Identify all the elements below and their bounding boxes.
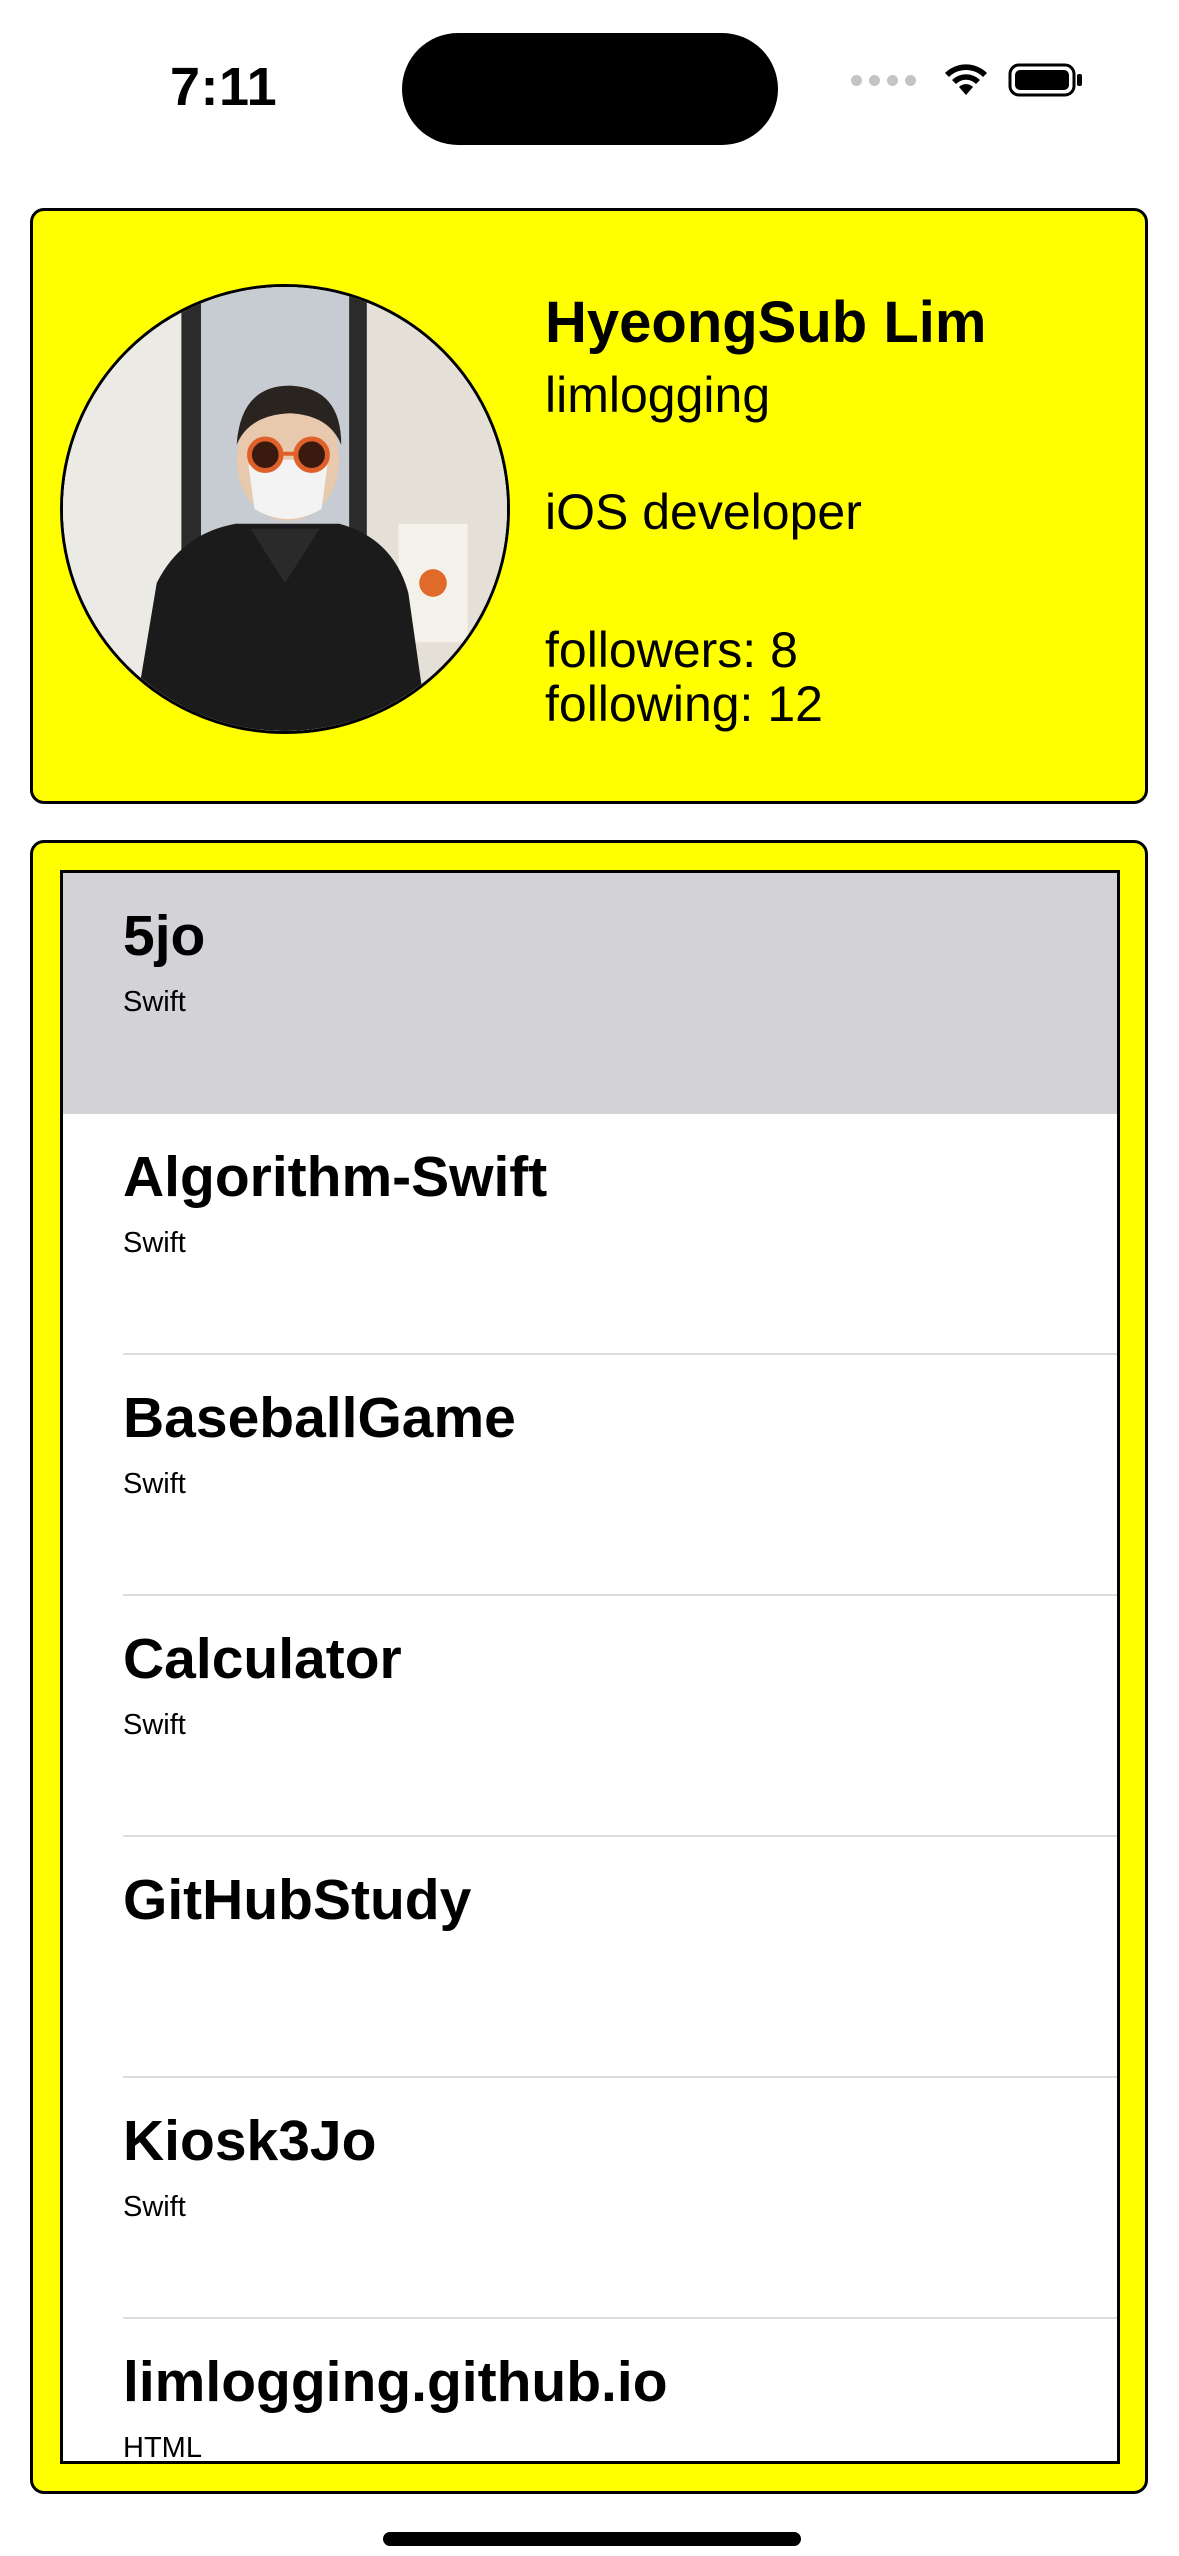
repository-language: Swift: [123, 2191, 186, 2223]
profile-login: limlogging: [545, 367, 771, 423]
wifi-icon: [945, 64, 987, 95]
avatar: [60, 284, 510, 734]
repository-name: limlogging.github.io: [123, 2350, 668, 2414]
repository-row-algorithm-swift[interactable]: Algorithm-Swift Swift: [63, 1114, 1117, 1355]
repository-row-githubstudy[interactable]: GitHubStudy: [63, 1837, 1117, 2078]
following-count: following: 12: [545, 676, 823, 732]
home-indicator[interactable]: [383, 2532, 801, 2546]
repository-language: Swift: [123, 1227, 186, 1259]
status-icons: [851, 62, 1084, 98]
profile-card: HyeongSub Lim limlogging iOS developer f…: [30, 208, 1148, 804]
repository-language: Swift: [123, 1468, 186, 1500]
repository-row-kiosk3jo[interactable]: Kiosk3Jo Swift: [63, 2078, 1117, 2319]
repository-name: GitHubStudy: [123, 1868, 472, 1932]
repository-language: HTML: [123, 2432, 202, 2464]
repository-card: 5jo Swift Algorithm-Swift Swift Baseball…: [30, 840, 1148, 2494]
repository-name: Algorithm-Swift: [123, 1145, 548, 1209]
repository-row-limlogging-github-io[interactable]: limlogging.github.io HTML: [63, 2319, 1117, 2464]
profile-bio: iOS developer: [545, 484, 862, 540]
dynamic-island: [402, 33, 778, 145]
battery-icon: [1008, 63, 1082, 97]
status-time: 7:11: [170, 57, 278, 117]
repository-list[interactable]: 5jo Swift Algorithm-Swift Swift Baseball…: [60, 870, 1120, 2464]
followers-count: followers: 8: [545, 622, 798, 678]
repository-row-calculator[interactable]: Calculator Swift: [63, 1596, 1117, 1837]
repository-name: Kiosk3Jo: [123, 2109, 377, 2173]
repository-name: BaseballGame: [123, 1386, 516, 1450]
profile-name: HyeongSub Lim: [545, 290, 987, 355]
cellular-signal-icon: [851, 74, 916, 86]
repository-language: Swift: [123, 986, 186, 1018]
repository-row-5jo[interactable]: 5jo Swift: [63, 873, 1117, 1114]
repository-name: Calculator: [123, 1627, 402, 1691]
repository-language: Swift: [123, 1709, 186, 1741]
repository-name: 5jo: [123, 904, 206, 968]
repository-row-baseballgame[interactable]: BaseballGame Swift: [63, 1355, 1117, 1596]
